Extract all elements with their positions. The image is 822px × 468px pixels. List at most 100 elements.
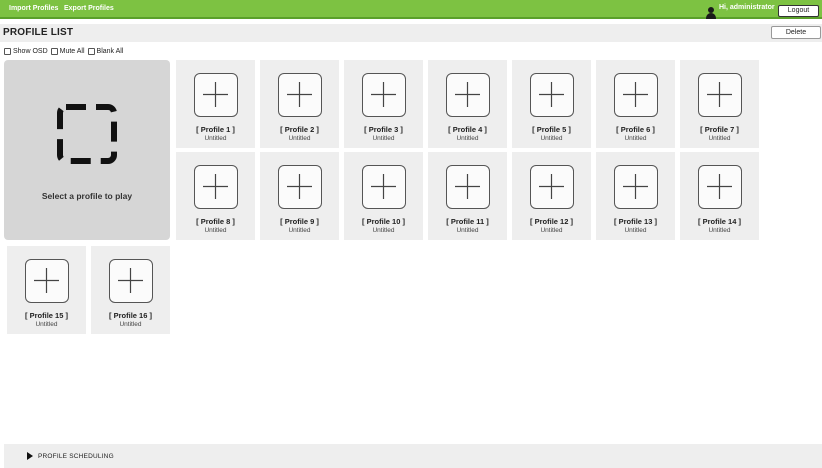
- plus-icon: [287, 82, 312, 107]
- profile-status: Untitled: [372, 135, 395, 142]
- mute-all-checkbox[interactable]: [50, 47, 58, 55]
- add-profile-button[interactable]: [614, 73, 658, 117]
- profile-name: [ Profile 12 ]: [530, 217, 573, 226]
- expand-triangle-icon[interactable]: [27, 452, 33, 460]
- profile-status: Untitled: [624, 135, 647, 142]
- dashed-frame-icon: [57, 104, 117, 164]
- plus-icon: [455, 174, 480, 199]
- add-profile-button[interactable]: [194, 73, 238, 117]
- mute-all-option[interactable]: Mute All: [50, 47, 85, 55]
- plus-icon: [34, 268, 59, 293]
- profile-status: Untitled: [372, 227, 395, 234]
- add-profile-button[interactable]: [278, 165, 322, 209]
- profile-status: Untitled: [456, 227, 479, 234]
- profile-name: [ Profile 8 ]: [196, 217, 235, 226]
- top-bar: Import Profiles Export Profiles Hi, admi…: [0, 0, 822, 19]
- add-profile-button[interactable]: [194, 165, 238, 209]
- blank-all-label: Blank All: [96, 47, 124, 55]
- plus-icon: [118, 268, 143, 293]
- logout-button[interactable]: Logout: [778, 5, 819, 17]
- plus-icon: [371, 82, 396, 107]
- plus-icon: [371, 174, 396, 199]
- profile-tile-9[interactable]: [ Profile 9 ] Untitled: [260, 152, 339, 240]
- export-profiles-link[interactable]: Export Profiles: [64, 5, 114, 12]
- mute-all-label: Mute All: [59, 47, 85, 55]
- plus-icon: [455, 82, 480, 107]
- profile-status: Untitled: [456, 135, 479, 142]
- plus-icon: [707, 174, 732, 199]
- profile-name: [ Profile 7 ]: [700, 125, 739, 134]
- add-profile-button[interactable]: [25, 259, 69, 303]
- profile-tile-5[interactable]: [ Profile 5 ] Untitled: [512, 60, 591, 148]
- plus-icon: [623, 174, 648, 199]
- profile-tile-4[interactable]: [ Profile 4 ] Untitled: [428, 60, 507, 148]
- add-profile-button[interactable]: [446, 165, 490, 209]
- plus-icon: [287, 174, 312, 199]
- title-bar: PROFILE LIST: [0, 24, 822, 42]
- profile-tile-11[interactable]: [ Profile 11 ] Untitled: [428, 152, 507, 240]
- select-profile-label: Select a profile to play: [41, 191, 133, 201]
- plus-icon: [539, 174, 564, 199]
- profile-name: [ Profile 15 ]: [25, 311, 68, 320]
- profile-tile-12[interactable]: [ Profile 12 ] Untitled: [512, 152, 591, 240]
- profile-name: [ Profile 10 ]: [362, 217, 405, 226]
- profile-tile-6[interactable]: [ Profile 6 ] Untitled: [596, 60, 675, 148]
- profile-tile-14[interactable]: [ Profile 14 ] Untitled: [680, 152, 759, 240]
- profile-name: [ Profile 14 ]: [698, 217, 741, 226]
- player-preview: Select a profile to play: [4, 60, 170, 240]
- profile-tile-15[interactable]: [ Profile 15 ] Untitled: [7, 246, 86, 334]
- add-profile-button[interactable]: [698, 165, 742, 209]
- add-profile-button[interactable]: [446, 73, 490, 117]
- show-osd-checkbox[interactable]: [4, 47, 11, 55]
- plus-icon: [623, 82, 648, 107]
- profile-name: [ Profile 5 ]: [532, 125, 571, 134]
- profile-tile-10[interactable]: [ Profile 10 ] Untitled: [344, 152, 423, 240]
- profile-name: [ Profile 13 ]: [614, 217, 657, 226]
- add-profile-button[interactable]: [698, 73, 742, 117]
- page-title: PROFILE LIST: [3, 27, 74, 38]
- profile-tile-2[interactable]: [ Profile 2 ] Untitled: [260, 60, 339, 148]
- profile-name: [ Profile 3 ]: [364, 125, 403, 134]
- profile-tile-3[interactable]: [ Profile 3 ] Untitled: [344, 60, 423, 148]
- blank-all-option[interactable]: Blank All: [87, 47, 124, 55]
- add-profile-button[interactable]: [530, 73, 574, 117]
- add-profile-button[interactable]: [530, 165, 574, 209]
- add-profile-button[interactable]: [109, 259, 153, 303]
- plus-icon: [707, 82, 732, 107]
- show-osd-label: Show OSD: [13, 47, 48, 55]
- profile-scheduling-label: PROFILE SCHEDULING: [38, 453, 114, 460]
- profile-tile-1[interactable]: [ Profile 1 ] Untitled: [176, 60, 255, 148]
- import-profiles-link[interactable]: Import Profiles: [9, 5, 58, 12]
- profile-status: Untitled: [119, 321, 142, 328]
- profile-tile-13[interactable]: [ Profile 13 ] Untitled: [596, 152, 675, 240]
- profile-tile-8[interactable]: [ Profile 8 ] Untitled: [176, 152, 255, 240]
- profile-name: [ Profile 9 ]: [280, 217, 319, 226]
- profile-scheduling-section[interactable]: PROFILE SCHEDULING: [4, 444, 822, 468]
- profile-name: [ Profile 16 ]: [109, 311, 152, 320]
- profile-status: Untitled: [204, 135, 227, 142]
- add-profile-button[interactable]: [362, 165, 406, 209]
- profile-name: [ Profile 6 ]: [616, 125, 655, 134]
- user-icon: [706, 7, 716, 19]
- add-profile-button[interactable]: [362, 73, 406, 117]
- profile-status: Untitled: [540, 227, 563, 234]
- profile-tile-16[interactable]: [ Profile 16 ] Untitled: [91, 246, 170, 334]
- add-profile-button[interactable]: [278, 73, 322, 117]
- profile-tile-7[interactable]: [ Profile 7 ] Untitled: [680, 60, 759, 148]
- profile-name: [ Profile 2 ]: [280, 125, 319, 134]
- profile-status: Untitled: [708, 227, 731, 234]
- profile-status: Untitled: [708, 135, 731, 142]
- profile-status: Untitled: [624, 227, 647, 234]
- blank-all-checkbox[interactable]: [87, 47, 95, 55]
- show-osd-option[interactable]: Show OSD: [4, 47, 48, 55]
- display-options: Show OSD Mute All Blank All: [4, 46, 126, 56]
- profile-name: [ Profile 1 ]: [196, 125, 235, 134]
- delete-button[interactable]: Delete: [771, 26, 821, 39]
- plus-icon: [203, 82, 228, 107]
- add-profile-button[interactable]: [614, 165, 658, 209]
- profile-name: [ Profile 4 ]: [448, 125, 487, 134]
- profile-status: Untitled: [288, 135, 311, 142]
- plus-icon: [203, 174, 228, 199]
- profile-name: [ Profile 11 ]: [446, 217, 489, 226]
- profile-status: Untitled: [540, 135, 563, 142]
